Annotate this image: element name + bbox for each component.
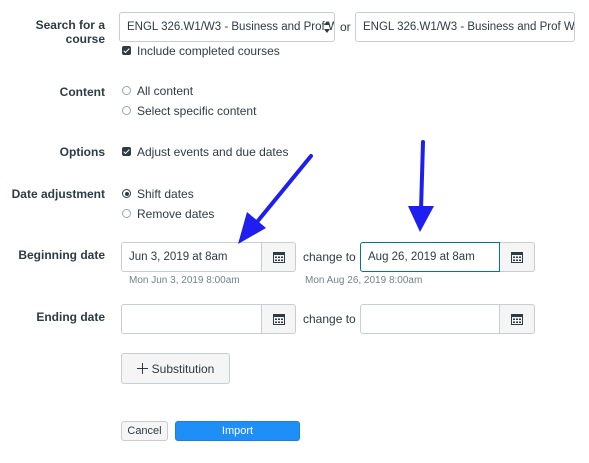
beginning-from-value: Jun 3, 2019 at 8am [129,251,228,263]
options-label: Options [59,145,105,159]
calendar-icon [272,314,285,325]
ending-date-label: Ending date [36,310,105,324]
remove-dates-radio[interactable] [122,209,131,218]
ending-from-calendar-button[interactable] [262,304,296,334]
remove-dates-label: Remove dates [137,207,215,221]
course-search-value: ENGL 326.W1/W3 - Business and Prof W [363,21,575,33]
adjust-dates-checkbox[interactable] [122,147,131,156]
annotation-arrows [238,140,434,244]
ending-change-to-label: change to [303,312,356,326]
ending-to-input[interactable] [360,304,500,334]
beginning-date-label: Beginning date [18,248,105,262]
beginning-from-calendar-button[interactable] [262,242,296,272]
course-select[interactable]: ENGL 326.W1/W3 - Business and Prof Writi… [119,12,335,42]
include-completed-checkbox[interactable] [122,46,131,55]
content-label: Content [59,85,105,99]
calendar-icon [511,252,523,263]
shift-dates-label: Shift dates [137,187,194,201]
beginning-to-calendar-button[interactable] [500,242,535,272]
include-completed-label: Include completed courses [137,44,280,58]
all-content-label: All content [137,84,194,98]
course-select-value: ENGL 326.W1/W3 - Business and Prof Writi… [127,21,334,33]
substitution-label: Substitution [151,361,215,376]
date-adjustment-label: Date adjustment [11,187,105,201]
annotation-arrow-left [238,154,313,244]
beginning-from-hint: Mon Jun 3, 2019 8:00am [129,275,240,286]
shift-dates-radio[interactable] [122,189,131,198]
ending-from-input[interactable] [121,304,262,334]
or-label: or [340,20,351,34]
calendar-icon [511,314,523,325]
calendar-icon [272,252,285,263]
beginning-from-input[interactable]: Jun 3, 2019 at 8am [121,242,262,272]
select-specific-content-radio[interactable] [122,106,131,115]
all-content-radio[interactable] [122,86,131,95]
beginning-to-input[interactable]: Aug 26, 2019 at 8am [360,242,500,272]
course-search-input[interactable]: ENGL 326.W1/W3 - Business and Prof W [355,12,575,42]
adjust-dates-label: Adjust events and due dates [137,145,289,159]
import-button[interactable]: Import [175,421,300,441]
ending-to-calendar-button[interactable] [500,304,535,334]
plus-icon [136,363,148,374]
search-course-label: Search for a course [35,18,105,46]
beginning-change-to-label: change to [303,250,356,264]
add-substitution-button[interactable]: Substitution [121,353,230,384]
annotation-arrow-right [408,140,434,232]
beginning-to-value: Aug 26, 2019 at 8am [368,251,475,263]
select-arrows-icon [324,21,330,33]
beginning-to-hint: Mon Aug 26, 2019 8:00am [305,275,423,286]
cancel-button[interactable]: Cancel [121,421,168,441]
select-specific-content-label: Select specific content [137,104,257,118]
